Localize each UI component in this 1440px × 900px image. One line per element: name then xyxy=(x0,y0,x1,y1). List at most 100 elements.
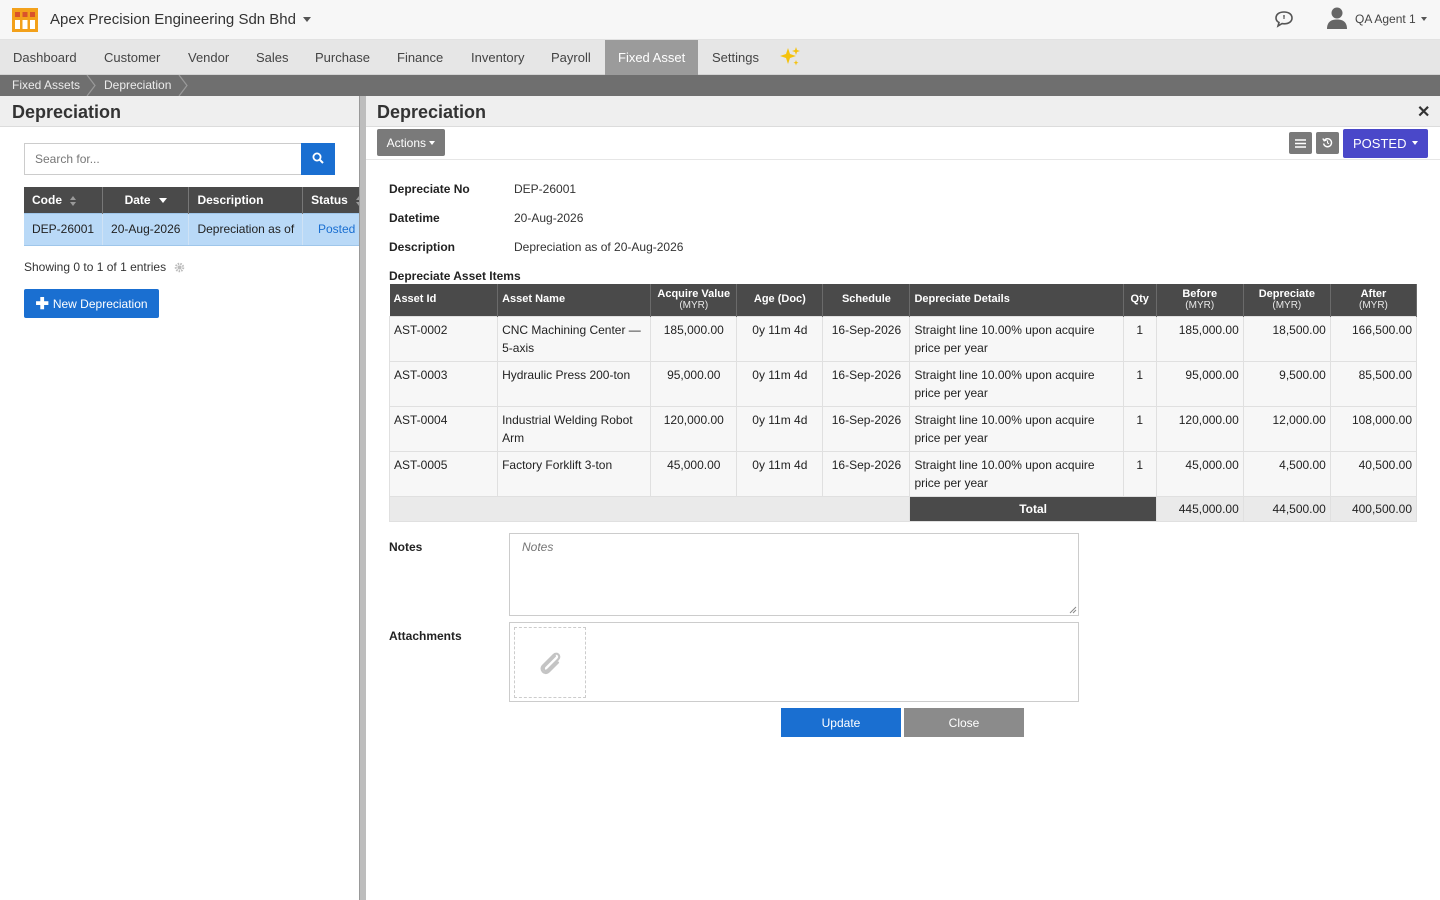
cell-age: 0y 11m 4d xyxy=(736,360,824,407)
detail-panel-header xyxy=(366,96,1440,127)
cell-after: 85,500.00 xyxy=(1329,360,1418,407)
col-asset-name: Asset Name xyxy=(497,284,652,316)
cell-schedule: 16-Sep-2026 xyxy=(822,405,911,452)
cell-schedule: 16-Sep-2026 xyxy=(822,450,911,497)
actions-caret-icon xyxy=(429,140,436,145)
list-view-button[interactable] xyxy=(1289,132,1312,154)
cell-asset-id: AST-0003 xyxy=(388,360,499,407)
col-before-label: Before xyxy=(1182,287,1218,300)
col-before: Before (MYR) xyxy=(1156,284,1244,316)
cell-depreciate: 4,500.00 xyxy=(1242,450,1331,497)
paperclip-icon xyxy=(540,652,561,675)
close-button[interactable]: Close xyxy=(904,708,1024,737)
breadcrumb-depreciation[interactable]: Depreciation xyxy=(104,75,171,96)
cell-depreciate: 9,500.00 xyxy=(1242,360,1331,407)
notes-label: Notes xyxy=(389,540,423,554)
list-panel-title: Depreciation xyxy=(12,102,122,122)
total-label: Total xyxy=(909,495,1157,522)
cell-acquire: 185,000.00 xyxy=(650,315,738,362)
cell-details: Straight line 10.00% upon acquire price … xyxy=(909,315,1124,362)
col-age: Age (Doc) xyxy=(736,284,824,316)
cell-details: Straight line 10.00% upon acquire price … xyxy=(909,450,1124,497)
row-code: DEP-26001 xyxy=(24,212,104,246)
total-row: Total 445,000.00 44,500.00 400,500.00 xyxy=(388,495,1418,522)
cell-age: 0y 11m 4d xyxy=(736,450,824,497)
actions-button[interactable]: Actions xyxy=(377,129,445,156)
cell-qty: 1 xyxy=(1122,360,1157,407)
table-row[interactable]: AST-0002 CNC Machining Center — 5-axis 1… xyxy=(388,315,1418,362)
col-date-label: Date xyxy=(124,192,151,207)
search-input[interactable] xyxy=(24,143,302,175)
history-icon xyxy=(1322,137,1333,147)
list-icon xyxy=(1295,138,1306,148)
col-code-label: Code xyxy=(32,192,62,207)
nav-finance[interactable]: Finance xyxy=(384,40,456,75)
update-button[interactable]: Update xyxy=(781,708,901,737)
top-bar: Apex Precision Engineering Sdn Bhd QA Ag… xyxy=(0,0,1440,40)
table-row[interactable]: AST-0003 Hydraulic Press 200-ton 95,000.… xyxy=(388,360,1418,407)
detail-toolbar: Actions POSTED xyxy=(366,127,1440,160)
total-after: 400,500.00 xyxy=(1329,495,1418,522)
col-date[interactable]: Date xyxy=(102,187,190,213)
cell-details: Straight line 10.00% upon acquire price … xyxy=(909,405,1124,452)
cell-before: 45,000.00 xyxy=(1155,450,1244,497)
table-row[interactable]: AST-0004 Industrial Welding Robot Arm 12… xyxy=(388,405,1418,452)
cell-acquire: 95,000.00 xyxy=(650,360,738,407)
notes-field[interactable] xyxy=(509,533,1079,616)
ai-sparkle-icon[interactable] xyxy=(779,46,801,68)
col-asset-id: Asset Id xyxy=(389,284,499,316)
cell-schedule: 16-Sep-2026 xyxy=(822,360,911,407)
panel-splitter[interactable] xyxy=(359,96,366,900)
company-dropdown-caret-icon[interactable] xyxy=(303,17,311,22)
nav-purchase[interactable]: Purchase xyxy=(302,40,383,75)
depreciation-list-table: Code Date Description Status DEP-26001 2… xyxy=(24,187,372,246)
cell-asset-name: Factory Forklift 3-ton xyxy=(497,450,652,497)
nav-sales[interactable]: Sales xyxy=(243,40,302,75)
search-button[interactable] xyxy=(301,143,335,175)
gear-icon[interactable] xyxy=(174,262,185,273)
col-description-label: Description xyxy=(197,192,264,207)
breadcrumb-fixed-assets[interactable]: Fixed Assets xyxy=(12,75,80,96)
user-dropdown-caret-icon[interactable] xyxy=(1421,17,1427,21)
col-qty: Qty xyxy=(1123,284,1157,316)
nav-vendor[interactable]: Vendor xyxy=(175,40,242,75)
nav-inventory[interactable]: Inventory xyxy=(458,40,537,75)
col-after-label: After xyxy=(1360,287,1387,300)
col-depreciate-details: Depreciate Details xyxy=(909,284,1124,316)
list-panel: Depreciation Code Date Description Statu… xyxy=(0,96,372,900)
detail-panel: Depreciation ✕ Actions POSTED Depreciate… xyxy=(366,96,1440,900)
status-posted-button[interactable]: POSTED xyxy=(1343,129,1428,158)
cell-after: 108,000.00 xyxy=(1329,405,1418,452)
col-code[interactable]: Code xyxy=(24,187,104,213)
cell-after: 166,500.00 xyxy=(1329,315,1418,362)
chat-icon[interactable] xyxy=(1274,10,1294,28)
sort-icon xyxy=(70,195,77,206)
nav-payroll[interactable]: Payroll xyxy=(538,40,604,75)
cell-before: 95,000.00 xyxy=(1155,360,1244,407)
description-value: Depreciation as of 20-Aug-2026 xyxy=(514,240,684,254)
cell-details: Straight line 10.00% upon acquire price … xyxy=(909,360,1124,407)
add-attachment-tile[interactable] xyxy=(514,627,586,698)
table-row[interactable]: DEP-26001 20-Aug-2026 Depreciation as of… xyxy=(24,212,372,246)
attachments-dropzone[interactable] xyxy=(509,622,1079,702)
history-button[interactable] xyxy=(1316,132,1339,154)
table-row[interactable]: AST-0005 Factory Forklift 3-ton 45,000.0… xyxy=(388,450,1418,497)
nav-fixed-asset[interactable]: Fixed Asset xyxy=(605,40,699,75)
col-after: After (MYR) xyxy=(1330,284,1418,316)
depreciate-no-value: DEP-26001 xyxy=(514,182,577,196)
cell-depreciate: 18,500.00 xyxy=(1242,315,1331,362)
close-panel-icon[interactable]: ✕ xyxy=(1417,102,1430,122)
nav-settings[interactable]: Settings xyxy=(699,40,772,75)
col-description[interactable]: Description xyxy=(188,187,304,213)
new-depreciation-button[interactable]: ✚ New Depreciation xyxy=(24,289,159,318)
company-logo[interactable] xyxy=(12,8,38,32)
resize-grip-icon[interactable] xyxy=(1069,606,1077,614)
company-name[interactable]: Apex Precision Engineering Sdn Bhd xyxy=(50,11,296,28)
nav-customer[interactable]: Customer xyxy=(91,40,173,75)
user-avatar-icon[interactable] xyxy=(1326,6,1348,30)
entries-info: Showing 0 to 1 of 1 entries xyxy=(24,260,167,274)
cell-after: 40,500.00 xyxy=(1329,450,1418,497)
nav-dashboard[interactable]: Dashboard xyxy=(0,40,90,75)
col-depreciate: Depreciate (MYR) xyxy=(1243,284,1331,316)
user-name[interactable]: QA Agent 1 xyxy=(1355,12,1416,26)
